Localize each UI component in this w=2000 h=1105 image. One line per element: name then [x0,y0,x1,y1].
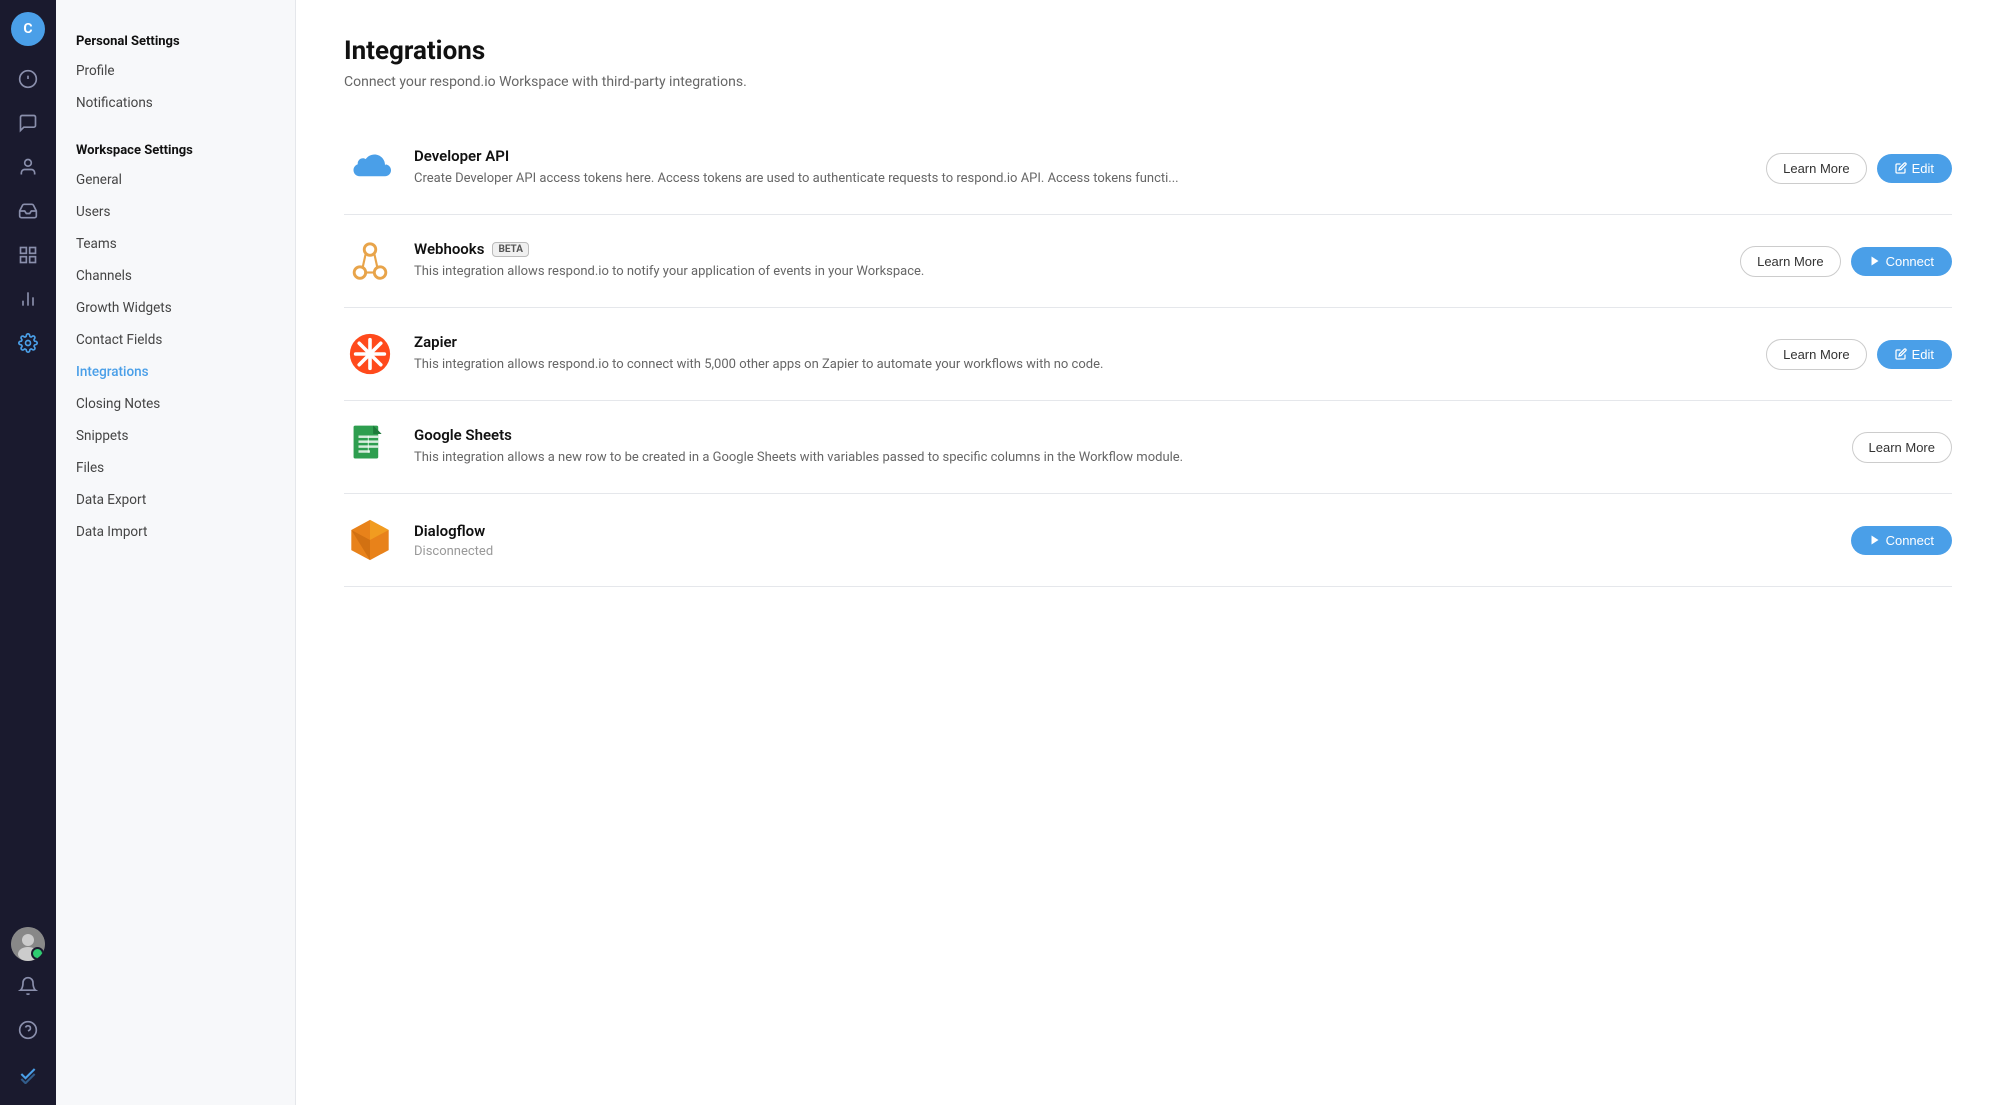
sidebar-item-closing-notes[interactable]: Closing Notes [56,388,295,420]
webhooks-desc: This integration allows respond.io to no… [414,262,1194,282]
sidebar-item-notifications[interactable]: Notifications [56,87,295,119]
zapier-desc: This integration allows respond.io to co… [414,355,1194,375]
home-icon[interactable] [9,60,47,98]
developer-api-desc: Create Developer API access tokens here.… [414,169,1194,189]
user-avatar[interactable] [11,927,45,961]
webhooks-icon [344,235,396,287]
sidebar-item-snippets[interactable]: Snippets [56,420,295,452]
integration-row-google-sheets: Google Sheets This integration allows a … [344,401,1952,494]
webhooks-info: Webhooks BETA This integration allows re… [414,240,1722,282]
sidebar-item-contact-fields[interactable]: Contact Fields [56,324,295,356]
zapier-name: Zapier [414,333,1748,351]
sidebar-item-channels[interactable]: Channels [56,260,295,292]
webhooks-learn-more-button[interactable]: Learn More [1740,246,1840,277]
google-sheets-actions: Learn More [1852,432,1952,463]
zapier-learn-more-button[interactable]: Learn More [1766,339,1866,370]
google-sheets-desc: This integration allows a new row to be … [414,448,1194,468]
workflows-icon[interactable] [9,236,47,274]
icon-rail: C [0,0,56,1105]
webhooks-name: Webhooks BETA [414,240,1722,258]
sidebar-item-integrations[interactable]: Integrations [56,356,295,388]
inbox-icon[interactable] [9,192,47,230]
sidebar-item-data-export[interactable]: Data Export [56,484,295,516]
personal-settings-title: Personal Settings [56,20,295,55]
developer-api-actions: Learn More Edit [1766,153,1952,184]
developer-api-learn-more-button[interactable]: Learn More [1766,153,1866,184]
main-content: Integrations Connect your respond.io Wor… [296,0,2000,1105]
chat-icon[interactable] [9,104,47,142]
sidebar: Personal Settings Profile Notifications … [56,0,296,1105]
integration-row-dialogflow: Dialogflow Disconnected Connect [344,494,1952,587]
dialogflow-status: Disconnected [414,544,1833,559]
page-title: Integrations [344,36,1952,66]
sidebar-item-growth-widgets[interactable]: Growth Widgets [56,292,295,324]
reports-icon[interactable] [9,280,47,318]
sidebar-item-profile[interactable]: Profile [56,55,295,87]
google-sheets-info: Google Sheets This integration allows a … [414,426,1834,468]
sidebar-item-users[interactable]: Users [56,196,295,228]
webhooks-actions: Learn More Connect [1740,246,1952,277]
developer-api-info: Developer API Create Developer API acces… [414,147,1748,189]
zapier-actions: Learn More Edit [1766,339,1952,370]
workspace-settings-title: Workspace Settings [56,129,295,164]
sidebar-item-general[interactable]: General [56,164,295,196]
google-sheets-name: Google Sheets [414,426,1834,444]
dialogflow-actions: Connect [1851,526,1952,555]
contacts-icon[interactable] [9,148,47,186]
sidebar-item-teams[interactable]: Teams [56,228,295,260]
integration-row-developer-api: Developer API Create Developer API acces… [344,122,1952,215]
sidebar-item-data-import[interactable]: Data Import [56,516,295,548]
integration-row-zapier: Zapier This integration allows respond.i… [344,308,1952,401]
zapier-info: Zapier This integration allows respond.i… [414,333,1748,375]
google-sheets-learn-more-button[interactable]: Learn More [1852,432,1952,463]
google-sheets-icon [344,421,396,473]
settings-icon[interactable] [9,324,47,362]
developer-api-edit-button[interactable]: Edit [1877,154,1952,183]
dialogflow-info: Dialogflow Disconnected [414,522,1833,559]
help-icon[interactable] [9,1011,47,1049]
dialogflow-connect-button[interactable]: Connect [1851,526,1952,555]
webhooks-connect-button[interactable]: Connect [1851,247,1952,276]
sidebar-item-files[interactable]: Files [56,452,295,484]
dialogflow-name: Dialogflow [414,522,1833,540]
zapier-icon [344,328,396,380]
bell-icon[interactable] [9,967,47,1005]
dialogflow-icon [344,514,396,566]
webhooks-beta-badge: BETA [492,242,529,257]
workspace-avatar[interactable]: C [11,12,45,46]
zapier-edit-button[interactable]: Edit [1877,340,1952,369]
checkmark-icon[interactable] [9,1055,47,1093]
developer-api-name: Developer API [414,147,1748,165]
integration-row-webhooks: Webhooks BETA This integration allows re… [344,215,1952,308]
developer-api-icon [344,142,396,194]
page-subtitle: Connect your respond.io Workspace with t… [344,74,1952,90]
